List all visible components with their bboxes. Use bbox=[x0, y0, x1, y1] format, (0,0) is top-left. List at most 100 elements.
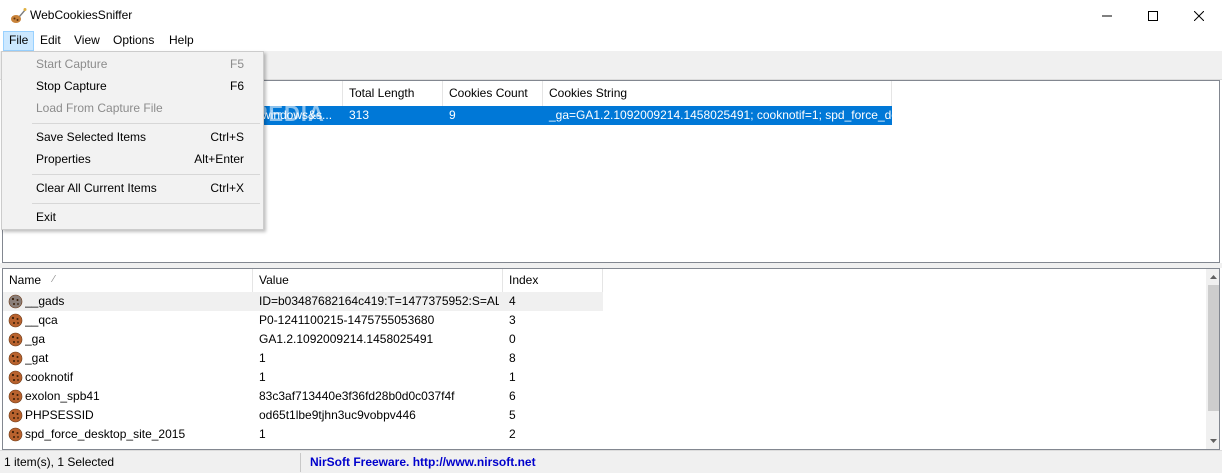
cookies-count-cell: 9 bbox=[449, 108, 456, 122]
maximize-button[interactable] bbox=[1130, 0, 1176, 31]
cookies-list[interactable]: Name ⁄ Value Index __gads ID=b03487682164… bbox=[2, 268, 1220, 450]
scroll-down-button[interactable] bbox=[1206, 433, 1219, 449]
chevron-up-icon bbox=[1210, 275, 1217, 279]
menu-item-label: Load From Capture File bbox=[36, 101, 163, 115]
cookie-app-icon bbox=[11, 8, 27, 23]
menu-separator bbox=[32, 174, 260, 175]
menu-item-properties[interactable]: Properties Alt+Enter bbox=[2, 148, 263, 170]
name-cell: exolon_spb41 bbox=[25, 389, 100, 403]
value-cell: GA1.2.1092009214.1458025491 bbox=[259, 332, 434, 346]
menu-item-shortcut: Alt+Enter bbox=[194, 152, 244, 166]
index-cell: 4 bbox=[509, 294, 516, 308]
menu-separator bbox=[32, 203, 260, 204]
table-row[interactable]: spd_force_desktop_site_2015 1 2 bbox=[3, 425, 603, 444]
menu-item-label: Clear All Current Items bbox=[36, 181, 157, 195]
table-row[interactable]: __qca P0-1241100215-1475755053680 3 bbox=[3, 311, 603, 330]
menu-item-exit[interactable]: Exit bbox=[2, 206, 263, 228]
cookie-icon bbox=[8, 332, 23, 347]
name-cell: PHPSESSID bbox=[25, 408, 94, 422]
menu-item-label: Start Capture bbox=[36, 57, 108, 71]
index-cell: 1 bbox=[509, 370, 516, 384]
cookie-icon bbox=[8, 294, 23, 309]
index-cell: 0 bbox=[509, 332, 516, 346]
name-cell: _ga bbox=[25, 332, 46, 346]
menu-item-start-capture[interactable]: Start Capture F5 bbox=[2, 53, 263, 75]
menu-view[interactable]: View bbox=[69, 31, 105, 51]
table-row[interactable]: _ga GA1.2.1092009214.1458025491 0 bbox=[3, 330, 603, 349]
name-cell: cooknotif bbox=[25, 370, 74, 384]
vertical-scrollbar[interactable] bbox=[1206, 269, 1219, 449]
cookie-icon bbox=[8, 370, 23, 385]
value-cell: P0-1241100215-1475755053680 bbox=[259, 313, 435, 327]
menu-edit[interactable]: Edit bbox=[35, 31, 66, 51]
menu-item-label: Stop Capture bbox=[36, 79, 107, 93]
value-cell: 1 bbox=[259, 351, 266, 365]
column-header-value[interactable]: Value bbox=[253, 269, 503, 292]
value-cell: od65t1lbe9tjhn3uc9vobpv446 bbox=[259, 408, 416, 422]
menu-item-shortcut: Ctrl+X bbox=[210, 181, 244, 195]
index-cell: 3 bbox=[509, 313, 516, 327]
menu-separator bbox=[32, 123, 260, 124]
maximize-icon bbox=[1148, 10, 1158, 21]
cookie-icon bbox=[8, 351, 23, 366]
name-cell: __qca bbox=[25, 313, 58, 327]
column-header-cookies-count[interactable]: Cookies Count bbox=[443, 81, 543, 106]
value-cell: ID=b03487682164c419:T=1477375952:S=AL... bbox=[259, 294, 499, 308]
menu-item-label: Properties bbox=[36, 152, 91, 166]
menu-bar: File Edit View Options Help bbox=[0, 31, 1222, 51]
index-cell: 6 bbox=[509, 389, 516, 403]
table-row[interactable]: exolon_spb41 83c3af713440e3f36fd28b0d0c03… bbox=[3, 387, 603, 406]
column-header-cookies-string[interactable]: Cookies String bbox=[543, 81, 892, 106]
name-cell: spd_force_desktop_site_2015 bbox=[25, 427, 186, 441]
total-length-cell: 313 bbox=[349, 108, 370, 122]
chevron-down-icon bbox=[1210, 439, 1217, 443]
cookie-icon bbox=[8, 313, 23, 328]
menu-item-save-selected-items[interactable]: Save Selected Items Ctrl+S bbox=[2, 126, 263, 148]
close-icon bbox=[1194, 10, 1204, 21]
scroll-up-button[interactable] bbox=[1206, 269, 1219, 285]
menu-item-stop-capture[interactable]: Stop Capture F6 bbox=[2, 75, 263, 97]
name-cell: _gat bbox=[25, 351, 49, 365]
cookie-icon bbox=[8, 389, 23, 404]
sort-arrow-icon: ⁄ bbox=[53, 274, 55, 285]
minimize-button[interactable] bbox=[1084, 0, 1130, 31]
column-header-name-label: Name bbox=[9, 273, 42, 287]
name-cell: __gads bbox=[25, 294, 65, 308]
column-header-name[interactable]: Name ⁄ bbox=[3, 269, 253, 292]
scroll-thumb[interactable] bbox=[1208, 285, 1219, 411]
table-row[interactable]: cooknotif 1 1 bbox=[3, 368, 603, 387]
menu-help[interactable]: Help bbox=[164, 31, 199, 51]
cookie-icon bbox=[8, 427, 23, 442]
menu-item-clear-all-current-items[interactable]: Clear All Current Items Ctrl+X bbox=[2, 177, 263, 199]
menu-item-label: Exit bbox=[36, 210, 57, 224]
value-cell: 83c3af713440e3f36fd28b0d0c037f4f bbox=[259, 389, 455, 403]
index-cell: 2 bbox=[509, 427, 516, 441]
status-divider bbox=[300, 453, 301, 472]
column-header-total-length[interactable]: Total Length bbox=[343, 81, 443, 106]
menu-item-label: Save Selected Items bbox=[36, 130, 147, 144]
table-row[interactable]: __gads ID=b03487682164c419:T=1477375952:S… bbox=[3, 292, 603, 311]
table-row[interactable]: PHPSESSID od65t1lbe9tjhn3uc9vobpv446 5 bbox=[3, 406, 603, 425]
cookies-string-cell: _ga=GA1.2.1092009214.1458025491; cooknot… bbox=[549, 108, 892, 122]
menu-file[interactable]: File bbox=[3, 31, 35, 51]
minimize-icon bbox=[1102, 15, 1112, 16]
menu-item-shortcut: F5 bbox=[229, 57, 244, 71]
value-cell: 1 bbox=[259, 370, 266, 384]
menu-item-load-from-capture-file[interactable]: Load From Capture File bbox=[2, 97, 263, 119]
file-menu-dropdown: Start Capture F5 Stop Capture F6 Load Fr… bbox=[1, 51, 264, 230]
nirsoft-link[interactable]: NirSoft Freeware. http://www.nirsoft.net bbox=[310, 451, 536, 473]
title-bar: WebCookiesSniffer bbox=[0, 0, 1222, 31]
table-row[interactable]: _gat 1 8 bbox=[3, 349, 603, 368]
close-button[interactable] bbox=[1176, 0, 1222, 31]
status-bar: 1 item(s), 1 Selected NirSoft Freeware. … bbox=[0, 450, 1222, 473]
column-header-index[interactable]: Index bbox=[503, 269, 603, 292]
value-cell: 1 bbox=[259, 427, 266, 441]
status-item-count: 1 item(s), 1 Selected bbox=[4, 455, 115, 469]
window-title: WebCookiesSniffer bbox=[30, 8, 133, 22]
menu-item-shortcut: F6 bbox=[229, 79, 244, 93]
menu-item-shortcut: Ctrl+S bbox=[210, 130, 244, 144]
table-row[interactable]: windows&s... 313 9 _ga=GA1.2.1092009214.… bbox=[260, 106, 892, 125]
menu-options[interactable]: Options bbox=[108, 31, 159, 51]
index-cell: 8 bbox=[509, 351, 516, 365]
index-cell: 5 bbox=[509, 408, 516, 422]
